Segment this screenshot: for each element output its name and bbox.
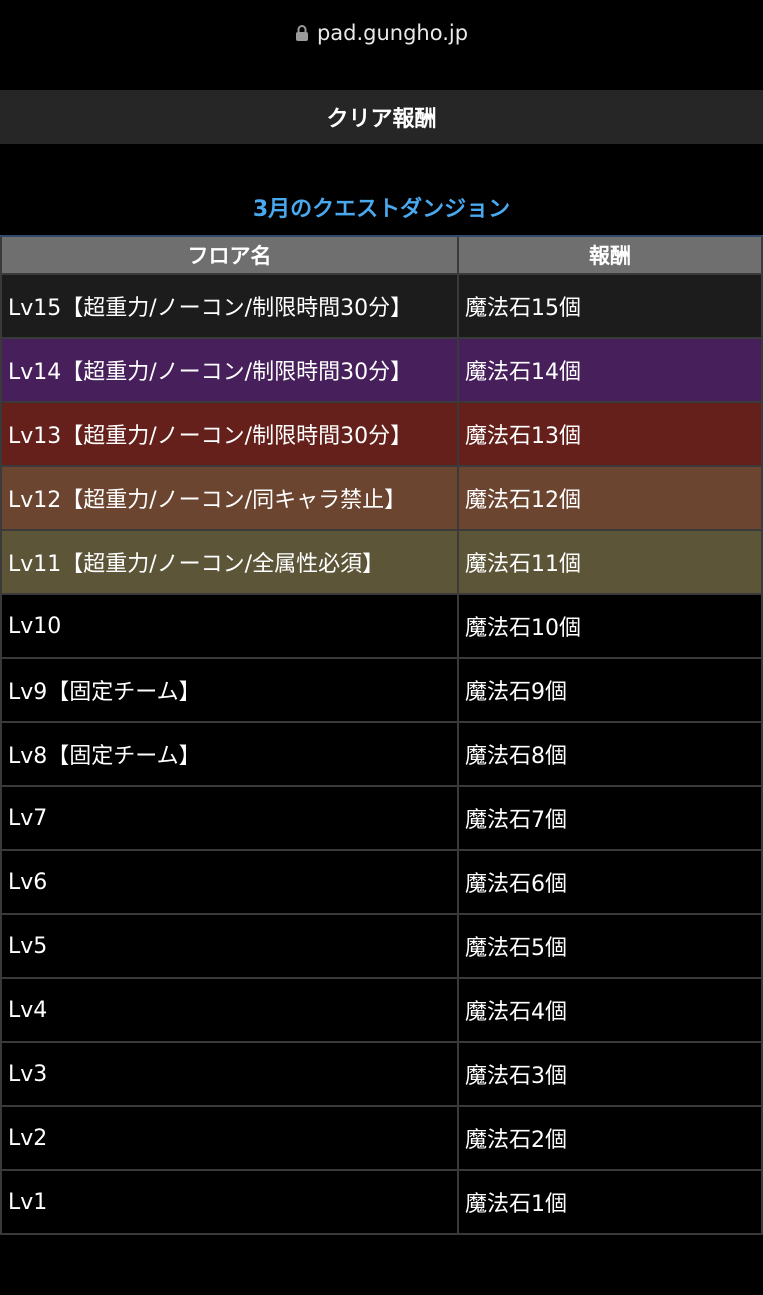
table-row: Lv7 魔法石7個	[0, 787, 763, 851]
floor-name-cell: Lv8【固定チーム】	[0, 723, 457, 785]
reward-cell: 魔法石13個	[457, 403, 763, 465]
reward-cell: 魔法石7個	[457, 787, 763, 849]
floor-name-cell: Lv6	[0, 851, 457, 913]
floor-name-cell: Lv14【超重力/ノーコン/制限時間30分】	[0, 339, 457, 401]
floor-name-cell: Lv15【超重力/ノーコン/制限時間30分】	[0, 275, 457, 337]
reward-cell: 魔法石9個	[457, 659, 763, 721]
reward-cell: 魔法石15個	[457, 275, 763, 337]
header-floor-name: フロア名	[0, 237, 457, 273]
floor-name-cell: Lv9【固定チーム】	[0, 659, 457, 721]
table-row: Lv5 魔法石5個	[0, 915, 763, 979]
reward-cell: 魔法石10個	[457, 595, 763, 657]
table-row: Lv6 魔法石6個	[0, 851, 763, 915]
reward-cell: 魔法石5個	[457, 915, 763, 977]
table-row: Lv9【固定チーム】 魔法石9個	[0, 659, 763, 723]
table-row: Lv13【超重力/ノーコン/制限時間30分】 魔法石13個	[0, 403, 763, 467]
reward-cell: 魔法石14個	[457, 339, 763, 401]
section-title: クリア報酬	[0, 90, 763, 144]
header-reward: 報酬	[457, 237, 763, 273]
table-header-row: フロア名 報酬	[0, 237, 763, 275]
reward-cell: 魔法石4個	[457, 979, 763, 1041]
dungeon-title: 3月のクエストダンジョン	[252, 197, 511, 222]
table-row: Lv10 魔法石10個	[0, 595, 763, 659]
floor-name-cell: Lv2	[0, 1107, 457, 1169]
floor-name-cell: Lv13【超重力/ノーコン/制限時間30分】	[0, 403, 457, 465]
table-row: Lv15【超重力/ノーコン/制限時間30分】 魔法石15個	[0, 275, 763, 339]
table-row: Lv8【固定チーム】 魔法石8個	[0, 723, 763, 787]
table-row: Lv2 魔法石2個	[0, 1107, 763, 1171]
floor-name-cell: Lv7	[0, 787, 457, 849]
floor-name-cell: Lv11【超重力/ノーコン/全属性必須】	[0, 531, 457, 593]
reward-cell: 魔法石1個	[457, 1171, 763, 1233]
floor-name-cell: Lv1	[0, 1171, 457, 1233]
url-text[interactable]: pad.gungho.jp	[317, 21, 468, 45]
table-row: Lv14【超重力/ノーコン/制限時間30分】 魔法石14個	[0, 339, 763, 403]
floor-name-cell: Lv5	[0, 915, 457, 977]
floor-name-cell: Lv3	[0, 1043, 457, 1105]
table-row: Lv12【超重力/ノーコン/同キャラ禁止】 魔法石12個	[0, 467, 763, 531]
rewards-table: フロア名 報酬 Lv15【超重力/ノーコン/制限時間30分】 魔法石15個 Lv14…	[0, 235, 763, 1235]
reward-cell: 魔法石2個	[457, 1107, 763, 1169]
table-row: Lv1 魔法石1個	[0, 1171, 763, 1235]
floor-name-cell: Lv12【超重力/ノーコン/同キャラ禁止】	[0, 467, 457, 529]
table-row: Lv11【超重力/ノーコン/全属性必須】 魔法石11個	[0, 531, 763, 595]
floor-name-cell: Lv4	[0, 979, 457, 1041]
reward-cell: 魔法石3個	[457, 1043, 763, 1105]
browser-address-bar[interactable]: pad.gungho.jp	[0, 0, 763, 70]
table-row: Lv4 魔法石4個	[0, 979, 763, 1043]
reward-cell: 魔法石12個	[457, 467, 763, 529]
footer-note-cut-off	[0, 1255, 763, 1295]
reward-cell: 魔法石11個	[457, 531, 763, 593]
lock-icon	[295, 25, 309, 41]
table-row: Lv3 魔法石3個	[0, 1043, 763, 1107]
reward-cell: 魔法石6個	[457, 851, 763, 913]
floor-name-cell: Lv10	[0, 595, 457, 657]
reward-cell: 魔法石8個	[457, 723, 763, 785]
